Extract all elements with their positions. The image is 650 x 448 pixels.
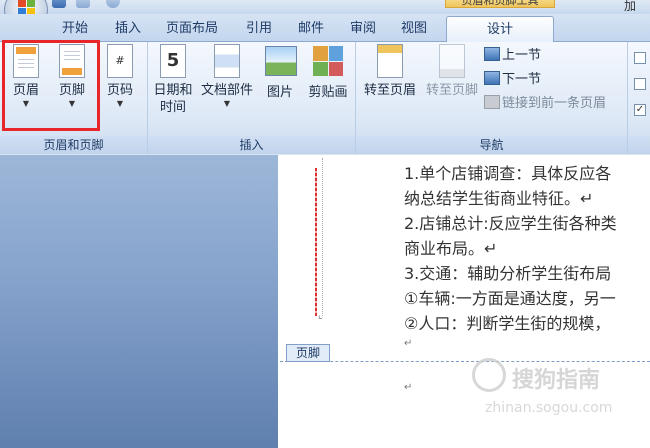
link-previous-button[interactable]: 链接到前一条页眉: [484, 94, 606, 114]
prev-section-button[interactable]: 上一节: [484, 46, 541, 66]
insert-group: 5 日期和 时间 文档部件 ▼ 图片 剪贴画 插入: [148, 42, 356, 154]
tab-references[interactable]: 引用: [246, 16, 272, 42]
context-tab-title: 页眉和页脚工具: [445, 0, 555, 8]
annotation-highlight-box: [2, 40, 100, 131]
doc-line-4[interactable]: 商业布局。↵: [404, 235, 497, 259]
tab-home[interactable]: 开始: [62, 16, 88, 42]
margin-guide: [322, 158, 323, 316]
tab-insert[interactable]: 插入: [115, 16, 141, 42]
doc-line-6[interactable]: ①车辆:一方面是通达度，另一: [404, 285, 616, 309]
link-icon: [484, 95, 500, 109]
options-checkbox-1[interactable]: [634, 52, 646, 64]
next-section-button[interactable]: 下一节: [484, 70, 541, 90]
page-number-button[interactable]: # 页码 ▼: [100, 44, 140, 109]
undo-icon[interactable]: [76, 0, 90, 8]
doc-line-2[interactable]: 纳总结学生街商业特征。↵: [404, 185, 593, 209]
goto-footer-button[interactable]: 转至页脚: [422, 44, 482, 99]
group-label-navigation: 导航: [356, 136, 627, 154]
tab-mailings[interactable]: 邮件: [298, 16, 324, 42]
docparts-button[interactable]: 文档部件 ▼: [198, 44, 256, 109]
footer-paragraph-mark: ↵: [404, 382, 413, 393]
title-right-text: 加: [624, 0, 637, 13]
datetime-label-2: 时间: [159, 100, 186, 115]
next-section-label: 下一节: [502, 72, 542, 87]
corner-mark: ⌞: [318, 310, 323, 321]
watermark-logo-icon: [472, 358, 506, 392]
ribbon-tabs: 开始 插入 页面布局 引用 邮件 审阅 视图 设计: [0, 14, 650, 42]
title-bar: 页眉和页脚工具 加: [0, 0, 650, 14]
watermark-url: zhinan.sogou.com: [485, 400, 613, 416]
tab-design[interactable]: 设计: [446, 16, 554, 42]
group-label-options: [628, 136, 650, 154]
doc-line-1[interactable]: 1.单个店铺调查：具体反应各: [404, 160, 611, 184]
page-number-button-label: 页码: [106, 83, 133, 98]
navigation-group: 转至页眉 转至页脚 上一节 下一节 链接到前一条页眉 导航: [356, 42, 628, 154]
picture-label: 图片: [266, 85, 293, 100]
tab-page-layout[interactable]: 页面布局: [166, 16, 218, 42]
paragraph-mark: ↵: [404, 338, 413, 349]
clipart-icon: [313, 46, 343, 82]
datetime-label-1: 日期和: [153, 83, 193, 98]
quick-access-toolbar: [52, 0, 142, 10]
chevron-down-icon: ▼: [223, 99, 231, 108]
goto-header-icon: [375, 44, 405, 80]
picture-button[interactable]: 图片: [260, 44, 300, 101]
next-section-icon: [484, 71, 500, 85]
watermark-text: 搜狗指南: [512, 368, 601, 393]
picture-icon: [265, 46, 297, 82]
tab-view[interactable]: 视图: [401, 16, 427, 42]
options-checkbox-2[interactable]: [634, 78, 646, 90]
calendar-icon: 5: [158, 44, 188, 80]
goto-footer-label: 转至页脚: [425, 83, 478, 98]
prev-section-icon: [484, 47, 500, 61]
clipart-button[interactable]: 剪贴画: [304, 44, 352, 101]
goto-header-label: 转至页眉: [363, 83, 416, 98]
save-icon[interactable]: [52, 0, 66, 8]
tab-review[interactable]: 审阅: [350, 16, 376, 42]
qat-dropdown-icon[interactable]: [128, 0, 136, 8]
page-number-icon: #: [105, 44, 135, 80]
options-checkbox-3[interactable]: ✓: [634, 104, 646, 116]
link-previous-label: 链接到前一条页眉: [502, 96, 607, 111]
docparts-label: 文档部件: [200, 83, 253, 98]
group-label-header-footer: 页眉和页脚: [0, 136, 147, 154]
prev-section-label: 上一节: [502, 48, 542, 63]
goto-header-button[interactable]: 转至页眉: [360, 44, 420, 99]
group-label-insert: 插入: [148, 136, 355, 154]
doc-line-7[interactable]: ②人口：判断学生街的规模，: [404, 310, 610, 334]
revision-bar: [315, 168, 317, 316]
chevron-down-icon: ▼: [116, 99, 124, 108]
footer-tag: 页脚: [286, 344, 330, 362]
datetime-button[interactable]: 5 日期和 时间: [150, 44, 196, 116]
options-group: ✓: [628, 42, 650, 154]
redo-icon[interactable]: [106, 0, 120, 8]
doc-line-5[interactable]: 3.交通：辅助分析学生街布局: [404, 260, 611, 284]
docparts-icon: [212, 44, 242, 80]
goto-footer-icon: [437, 44, 467, 80]
clipart-label: 剪贴画: [308, 85, 348, 100]
doc-line-3[interactable]: 2.店铺总计:反应学生街各种类: [404, 210, 617, 234]
